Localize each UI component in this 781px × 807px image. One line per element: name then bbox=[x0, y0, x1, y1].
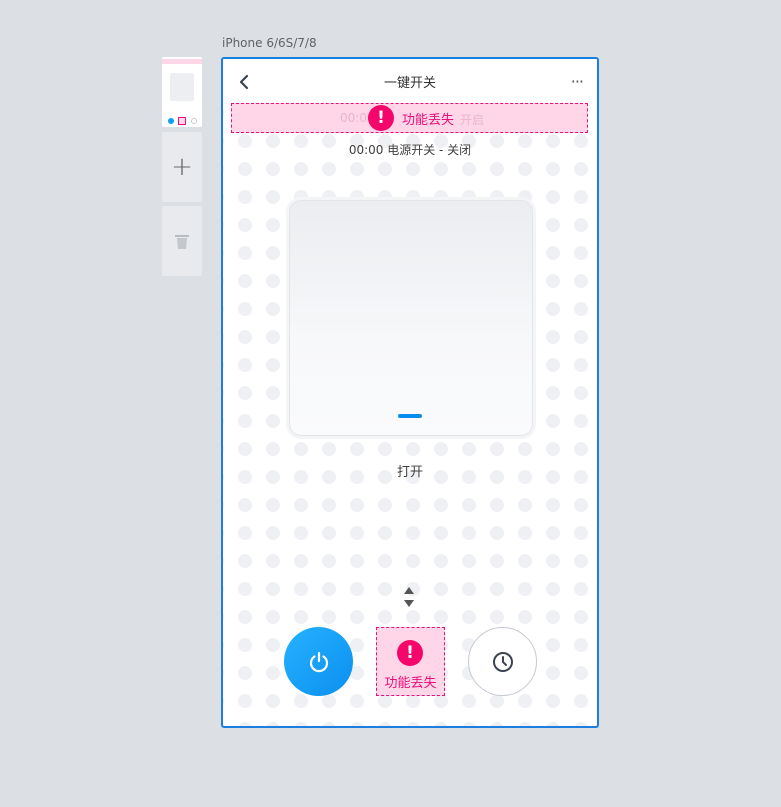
sort-arrows-icon[interactable] bbox=[403, 586, 415, 608]
warning-indicator: ! 功能丢失 bbox=[368, 105, 454, 131]
add-page-button[interactable]: + bbox=[162, 132, 202, 202]
power-icon bbox=[309, 651, 328, 672]
missing-function-button: ! 功能丢失 bbox=[376, 627, 445, 696]
thumbnail-banner bbox=[162, 59, 202, 64]
power-button[interactable] bbox=[284, 627, 353, 696]
page-title: 一键开关 bbox=[383, 76, 436, 91]
thumbnail-power bbox=[168, 118, 174, 124]
switch-panel[interactable] bbox=[289, 200, 533, 436]
switch-state-label: 打开 bbox=[396, 465, 423, 480]
warning-icon: ! bbox=[397, 640, 423, 666]
page-thumbnail[interactable] bbox=[162, 57, 202, 127]
schedule-text: 00:00 电源开关 - 关闭 bbox=[348, 143, 472, 157]
phone-screen: 一键开关 ··· 00:00 开启 ! 功能丢失 00:00 电源开关 - 关闭… bbox=[221, 57, 599, 728]
missing-function-banner: 00:00 开启 ! 功能丢失 bbox=[231, 103, 588, 133]
more-icon[interactable]: ··· bbox=[571, 72, 584, 91]
thumbnail-card bbox=[170, 73, 194, 101]
thumbnail-missing bbox=[178, 117, 186, 125]
switch-indicator bbox=[398, 414, 422, 418]
timer-button[interactable] bbox=[468, 627, 537, 696]
warning-icon: ! bbox=[368, 105, 394, 131]
warning-text: 功能丢失 bbox=[402, 112, 455, 128]
top-bar: 一键开关 ··· bbox=[223, 59, 597, 103]
plus-icon: + bbox=[171, 152, 193, 182]
warning-text: 功能丢失 bbox=[384, 676, 437, 691]
thumbnail-timer bbox=[191, 118, 197, 124]
faded-state: 开启 bbox=[460, 113, 485, 127]
clock-icon bbox=[492, 651, 513, 672]
device-label: iPhone 6/6S/7/8 bbox=[222, 36, 317, 50]
delete-page-button[interactable] bbox=[162, 206, 202, 276]
trash-icon bbox=[175, 234, 189, 249]
